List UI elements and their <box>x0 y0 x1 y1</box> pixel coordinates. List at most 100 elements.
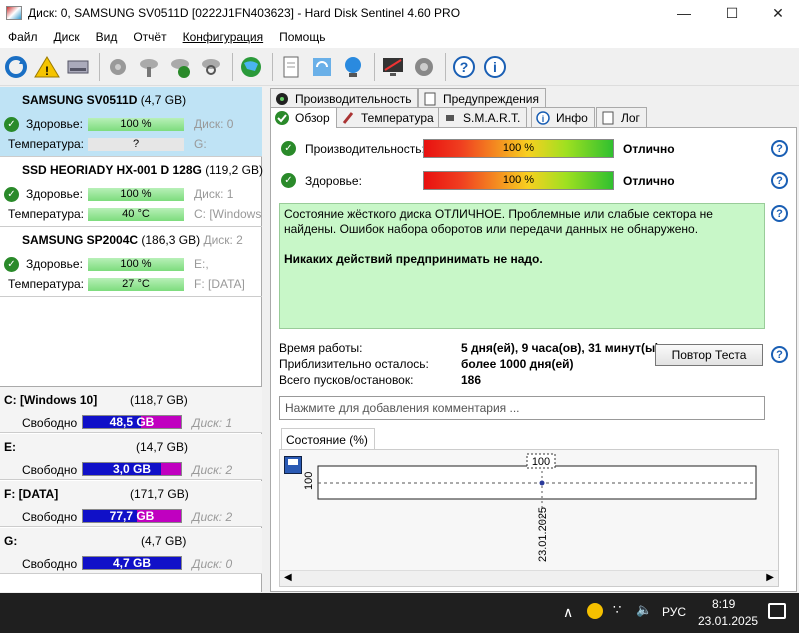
help-icon[interactable]: ? <box>450 52 478 82</box>
tab-smart[interactable]: S.M.A.R.T. <box>438 107 528 127</box>
maximize-button[interactable]: ☐ <box>709 0 755 26</box>
disk-ref: Диск: 0 <box>194 117 234 131</box>
notifications-icon[interactable] <box>768 603 786 619</box>
sync-icon[interactable] <box>308 52 336 82</box>
tab-health-chart[interactable]: Состояние (%) <box>281 428 375 450</box>
document-icon <box>601 111 615 125</box>
monitor-icon[interactable] <box>379 52 407 82</box>
health-bar: 100 % <box>88 258 184 271</box>
volume-entry[interactable]: E: (14,7 GB) Свободно 3,0 GB Диск: 2 <box>0 434 262 480</box>
volume-ref: G: <box>194 137 207 151</box>
volume-entry[interactable]: F: [DATA] (171,7 GB) Свободно 77,7 GB Ди… <box>0 481 262 527</box>
emoji-icon[interactable] <box>587 603 603 619</box>
data-point <box>539 480 545 486</box>
tab-warnings[interactable]: Предупреждения <box>418 88 546 108</box>
wifi-icon[interactable]: ∵ <box>613 602 621 618</box>
health-label: Здоровье: <box>26 257 83 271</box>
temp-bar: 27 °C <box>88 278 184 291</box>
uptime-label: Время работы: <box>279 341 363 355</box>
scroll-left-icon[interactable]: ◀ <box>284 572 292 583</box>
help-icon[interactable]: ? <box>771 140 788 157</box>
volume-name: E: <box>4 440 16 454</box>
chevron-up-icon[interactable]: ∧ <box>563 604 573 621</box>
chip-icon <box>443 111 457 125</box>
overview-panel: ✓ Производительность: 100 % Отлично ? ✓ … <box>270 127 797 592</box>
volume-ref: C: [Windows <box>194 207 262 221</box>
clock-time[interactable]: 8:19 <box>712 597 735 611</box>
globe-icon[interactable] <box>237 52 265 82</box>
refresh-icon[interactable] <box>2 52 30 82</box>
help-icon[interactable]: ? <box>771 346 788 363</box>
free-space-bar: 3,0 GB <box>82 462 182 476</box>
comment-field[interactable]: Нажмите для добавления комментария ... <box>279 396 765 420</box>
tab-log[interactable]: Лог <box>596 107 647 127</box>
tab-label: Температура <box>361 110 434 125</box>
health-label: Здоровье: <box>305 174 362 188</box>
network-icon[interactable] <box>339 52 367 82</box>
temp-bar: 40 °C <box>88 208 184 221</box>
surface-test-icon[interactable] <box>135 52 163 82</box>
repeat-test-button[interactable]: Повтор Теста <box>655 344 763 366</box>
clock-date[interactable]: 23.01.2025 <box>698 614 758 628</box>
tab-label: Обзор <box>295 111 330 125</box>
info-icon[interactable]: i <box>481 52 509 82</box>
scroll-right-icon[interactable]: ▶ <box>766 572 774 583</box>
status-text: Состояние жёсткого диска ОТЛИЧНОЕ. Пробл… <box>284 207 713 236</box>
menu-report[interactable]: Отчёт <box>125 30 174 44</box>
title-bar: Диск: 0, SAMSUNG SV0511D [0222J1FN403623… <box>0 0 799 26</box>
volume-entry[interactable]: G: (4,7 GB) Свободно 4,7 GB Диск: 0 <box>0 528 262 574</box>
volume-ref: F: [DATA] <box>194 277 245 291</box>
ok-check-icon: ✓ <box>281 173 296 188</box>
menu-file[interactable]: Файл <box>0 30 46 44</box>
tab-info[interactable]: i Инфо <box>531 107 595 127</box>
help-icon[interactable]: ? <box>771 205 788 222</box>
document-icon <box>423 92 437 106</box>
report-icon[interactable] <box>277 52 305 82</box>
disk-ref: E:, <box>194 257 209 271</box>
free-label: Свободно <box>22 510 78 524</box>
perf-bar: 100 % <box>423 139 614 158</box>
disk-drive-icon[interactable] <box>64 52 92 82</box>
language-indicator[interactable]: РУС <box>662 605 686 619</box>
disk-test-icon[interactable] <box>104 52 132 82</box>
menu-disk[interactable]: Диск <box>46 30 88 44</box>
tab-temperature[interactable]: Температура <box>336 107 441 127</box>
sound-icon[interactable] <box>410 52 438 82</box>
menu-help[interactable]: Помощь <box>271 30 333 44</box>
ok-check-icon: ✓ <box>4 187 19 202</box>
disk-list-panel: SAMSUNG SV0511D (4,7 GB) ✓ Здоровье: 100… <box>0 87 263 592</box>
taskbar: ∧ ∵ 🔈 РУС 8:19 23.01.2025 <box>0 593 799 633</box>
help-icon[interactable]: ? <box>771 172 788 189</box>
volume-size: (14,7 GB) <box>136 440 189 454</box>
warning-icon[interactable]: ! <box>33 52 61 82</box>
toolbar-separator <box>272 52 273 81</box>
toolbar-separator <box>445 52 446 81</box>
search-disk-icon[interactable] <box>197 52 225 82</box>
status-advice: Никаких действий предпринимать не надо. <box>284 252 543 266</box>
menu-view[interactable]: Вид <box>88 30 126 44</box>
tab-label: S.M.A.R.T. <box>463 110 521 125</box>
minimize-button[interactable]: — <box>661 0 707 26</box>
point-label: 100 <box>532 456 550 468</box>
tab-overview[interactable]: Обзор <box>270 107 337 128</box>
disk-entry[interactable]: SSD HEORIADY HX-001 D 128G (119,2 GB) ✓ … <box>0 157 263 227</box>
disk-entry[interactable]: SAMSUNG SP2004C (186,3 GB) Диск: 2 ✓ Здо… <box>0 227 262 297</box>
toolbar-separator <box>232 52 233 81</box>
volume-entry[interactable]: C: [Windows 10] (118,7 GB) Свободно 48,5… <box>0 387 262 433</box>
chart-scrollbar[interactable]: ◀ ▶ <box>280 570 778 586</box>
free-label: Свободно <box>22 463 78 477</box>
free-space-bar: 4,7 GB <box>82 556 182 570</box>
menu-config[interactable]: Конфигурация <box>175 30 272 44</box>
free-label: Свободно <box>22 557 78 571</box>
tab-label: Инфо <box>556 110 588 125</box>
temp-bar: ? <box>88 138 184 151</box>
volume-icon[interactable]: 🔈 <box>636 602 652 618</box>
tab-performance[interactable]: Производительность <box>270 88 419 108</box>
check-disk-icon[interactable] <box>166 52 194 82</box>
ok-check-icon: ✓ <box>281 141 296 156</box>
close-button[interactable]: ✕ <box>755 0 799 26</box>
tab-label: Предупреждения <box>443 91 539 106</box>
disk-entry[interactable]: SAMSUNG SV0511D (4,7 GB) ✓ Здоровье: 100… <box>0 87 262 157</box>
temp-label: Температура: <box>8 137 85 151</box>
svg-text:i: i <box>542 114 545 124</box>
